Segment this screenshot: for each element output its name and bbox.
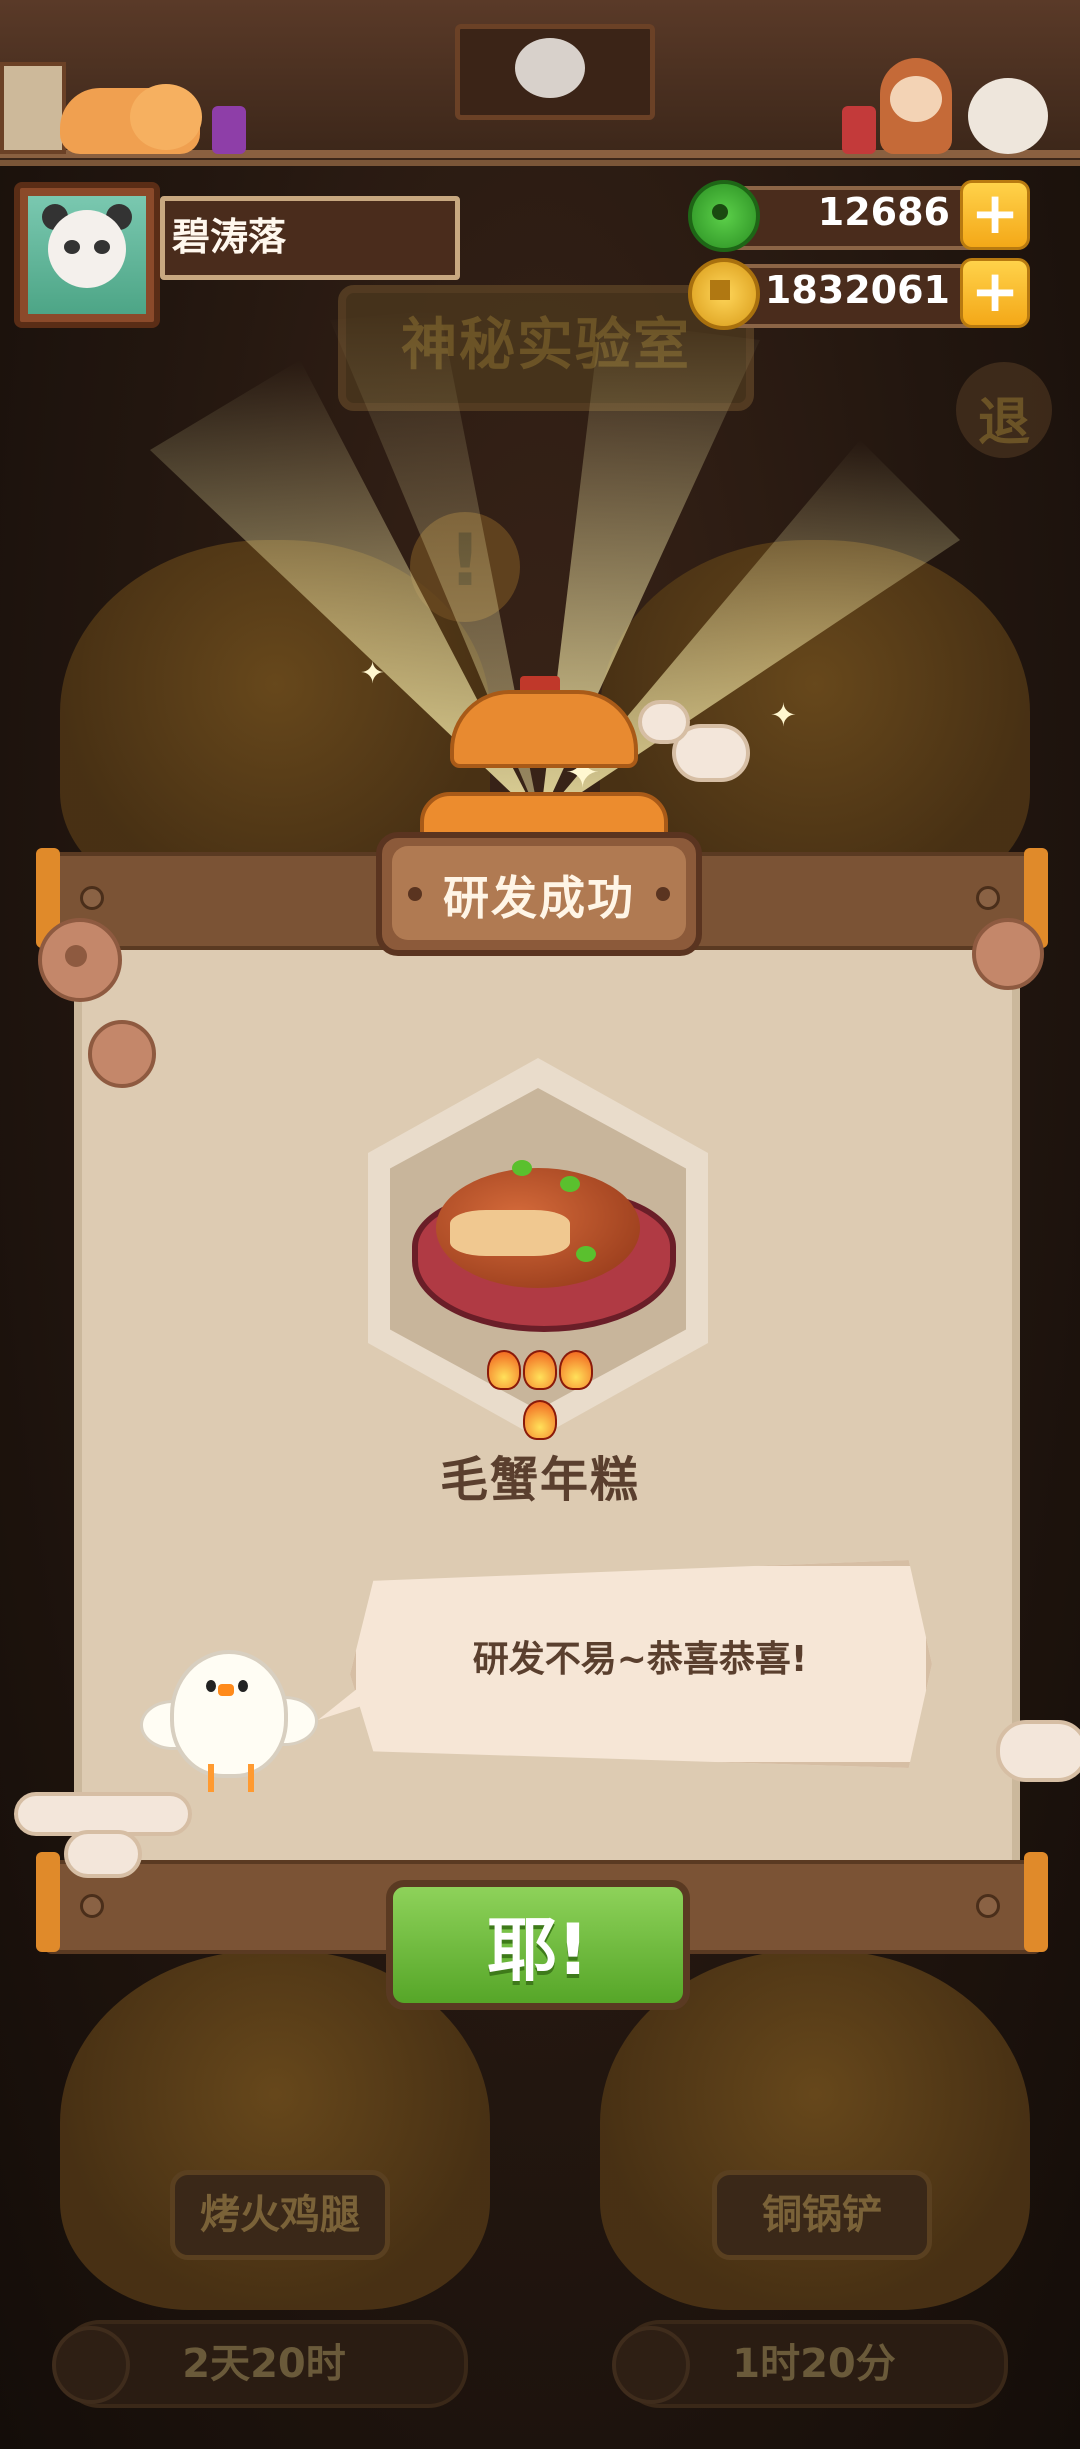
confirm-button-label: 耶! [487,1909,589,1991]
flame-icon [523,1350,557,1390]
chick-leg [208,1764,214,1792]
scroll-rod-cap [1024,1852,1048,1952]
panda-avatar-icon [48,210,126,288]
add-jade-button[interactable]: + [960,180,1030,250]
chick-eye [238,1680,248,1692]
paw-frame-icon [0,62,66,154]
congrats-message: 研发不易~恭喜恭喜! [472,1639,808,1680]
chick-leg [248,1764,254,1792]
sleeping-cat-head-icon [130,84,202,150]
chick-mascot-icon [170,1650,288,1778]
coin-hole [710,280,730,300]
red-jar-icon [842,106,876,154]
flame-icon [487,1350,521,1390]
clock-icon [52,2326,130,2404]
pot-label: 烤火鸡腿 [170,2170,390,2260]
nail-icon [976,886,1000,910]
white-cat-icon [968,78,1048,154]
nail-icon [80,886,104,910]
pot-label: 铜锅铲 [712,2170,932,2260]
scallion-garnish [560,1176,580,1192]
flame-icon [523,1400,557,1440]
jade-hole [712,204,728,220]
player-name: 碧涛落 [172,215,287,259]
nail-icon [80,1894,104,1918]
dish-name: 毛蟹年糕 [439,1452,640,1508]
rice-cake-slice [450,1210,570,1256]
flame-icon [559,1350,593,1390]
cloud-swirl-icon [996,1720,1080,1782]
clock-icon [612,2326,690,2404]
pot-lid-icon [450,690,638,768]
sparkle-icon: ✦ [360,656,386,691]
panda-eye-icon [94,240,110,254]
plum-flower-icon [972,918,1044,990]
scallion-garnish [576,1246,596,1262]
scallion-garnish [512,1160,532,1176]
sparkle-icon: ✦ [770,696,797,734]
cloud-swirl-icon [64,1830,142,1878]
purple-jar-icon [212,106,246,154]
chick-beak [218,1684,234,1696]
plum-flower-icon [88,1020,156,1088]
raccoon-portrait-icon [515,38,585,98]
dialog-title: 研发成功 [443,871,635,925]
steam-puff-icon [638,700,690,744]
scroll-rod-cap [36,1852,60,1952]
chef-face-icon [890,76,942,122]
chick-eye [206,1680,216,1692]
jade-amount: 12686 [817,190,950,234]
panda-eye-icon [64,240,80,254]
flower-center [65,945,87,967]
nail-icon [976,1894,1000,1918]
spice-level [470,1350,610,1450]
